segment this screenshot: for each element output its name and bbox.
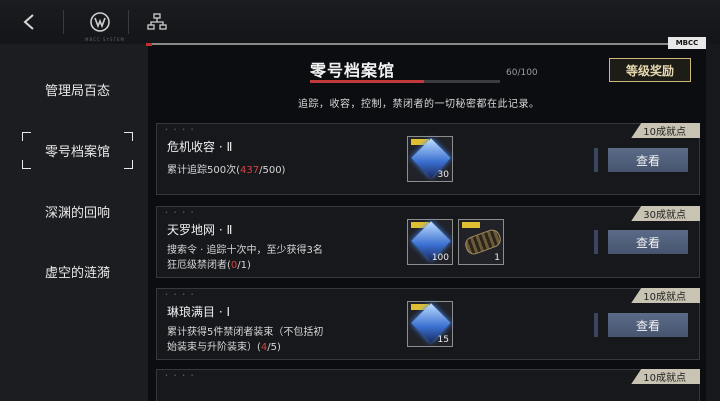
item-quantity: 15 xyxy=(437,335,449,345)
red-accent-mark xyxy=(146,43,152,46)
achievement-card: • • • • 10成就点 xyxy=(156,369,700,401)
reward-item-roller[interactable]: 1 xyxy=(458,219,504,265)
sidebar-item-label: 虚空的涟漪 xyxy=(45,265,111,281)
points-badge: 10成就点 xyxy=(631,288,700,303)
button-edge xyxy=(594,313,598,337)
sidebar-item-archive[interactable]: 零号档案馆 xyxy=(0,130,148,170)
item-quantity: 30 xyxy=(437,170,449,180)
page-subtitle: 追踪，收容，控制，禁闭者的一切秘密都在此记录。 xyxy=(298,99,540,110)
sidebar-item-label: 深渊的回响 xyxy=(45,205,111,221)
button-edge xyxy=(594,230,598,254)
sidebar-item-void[interactable]: 虚空的涟漪 xyxy=(0,251,148,291)
divider xyxy=(63,10,64,34)
decor-dots: • • • • xyxy=(165,210,196,216)
page-title: 零号档案馆 xyxy=(310,61,396,80)
sidebar-item-label: 管理局百态 xyxy=(45,83,111,99)
progress-fill xyxy=(310,80,424,83)
mbcc-tag: MBCC xyxy=(668,37,706,49)
sidebar-item-label: 零号档案馆 xyxy=(45,144,111,160)
sidebar-item-abyss[interactable]: 深渊的回响 xyxy=(0,191,148,231)
card-desc: 累计获得5件禁闭者装束（不包括初 始装束与升阶装束）(4/5) xyxy=(167,327,324,353)
card-title: 琳琅满目 · Ⅰ xyxy=(167,305,230,319)
bracket-bottom-left xyxy=(22,160,31,169)
progress-bar xyxy=(310,80,500,83)
back-icon[interactable] xyxy=(16,9,42,35)
rarity-tag xyxy=(462,222,480,228)
decor-dots: • • • • xyxy=(165,127,196,133)
item-quantity: 100 xyxy=(431,253,449,263)
reward-item-crystal[interactable]: 30 xyxy=(407,136,453,182)
top-bar: MBCC SYSTEM xyxy=(0,0,720,44)
button-edge xyxy=(594,148,598,172)
view-button[interactable]: 查看 xyxy=(608,313,688,337)
divider xyxy=(128,10,129,34)
view-button[interactable]: 查看 xyxy=(608,148,688,172)
brand-caption: MBCC SYSTEM xyxy=(85,37,125,42)
home-logo-icon[interactable] xyxy=(87,9,113,35)
bracket-top-left xyxy=(22,132,31,141)
points-badge: 10成就点 xyxy=(631,369,700,384)
reward-item-crystal[interactable]: 15 xyxy=(407,301,453,347)
points-badge: 30成就点 xyxy=(631,206,700,221)
level-reward-button[interactable]: 等级奖励 xyxy=(609,58,691,82)
card-desc: 搜索令 · 追踪十次中，至少获得3名 狂厄级禁闭者(0/1) xyxy=(167,245,323,271)
progress-text: 60/100 xyxy=(506,68,538,78)
card-title: 危机收容 · Ⅱ xyxy=(167,140,233,154)
card-desc: 累计追踪500次(437/500) xyxy=(167,165,286,176)
card-title: 天罗地网 · Ⅱ xyxy=(167,223,233,237)
bracket-top-right xyxy=(124,132,133,141)
reward-item-crystal[interactable]: 100 xyxy=(407,219,453,265)
decor-dots: • • • • xyxy=(165,292,196,298)
points-badge: 10成就点 xyxy=(631,123,700,138)
hierarchy-icon[interactable] xyxy=(144,9,170,35)
bracket-bottom-right xyxy=(124,160,133,169)
sidebar-item-bureau[interactable]: 管理局百态 xyxy=(0,69,148,109)
header-rule xyxy=(148,43,670,45)
item-quantity: 1 xyxy=(494,253,500,263)
decor-dots: • • • • xyxy=(165,373,196,379)
view-button[interactable]: 查看 xyxy=(608,230,688,254)
